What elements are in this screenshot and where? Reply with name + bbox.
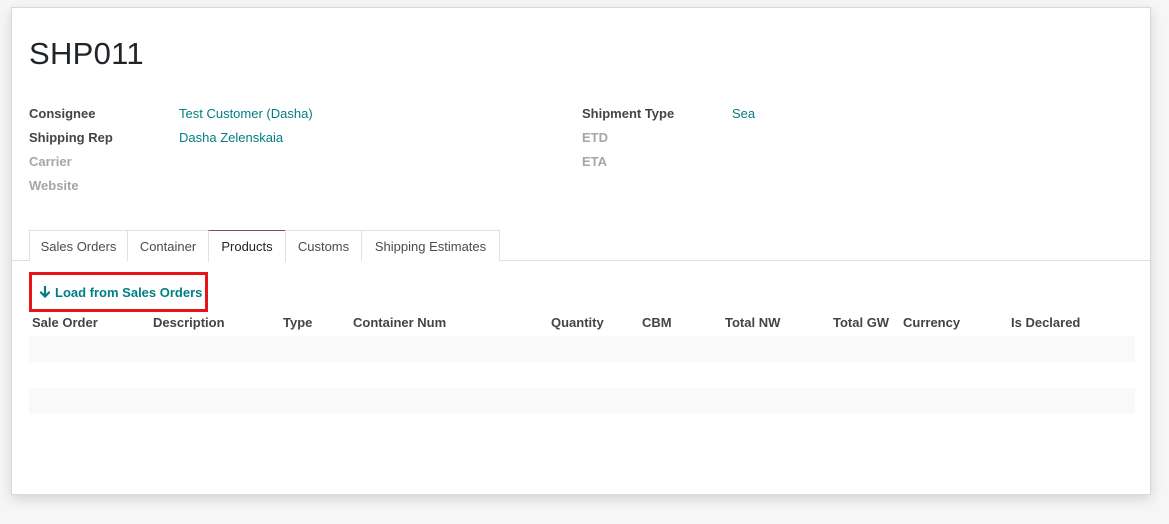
shipment-type-label: Shipment Type bbox=[582, 106, 675, 121]
table-row bbox=[29, 388, 1135, 414]
col-type[interactable]: Type bbox=[283, 315, 312, 330]
col-is-declared[interactable]: Is Declared bbox=[1011, 315, 1080, 330]
consignee-link[interactable]: Test Customer (Dasha) bbox=[179, 106, 313, 121]
col-quantity[interactable]: Quantity bbox=[551, 315, 604, 330]
etd-label: ETD bbox=[582, 130, 608, 145]
form-sheet: SHP011 Consignee Test Customer (Dasha) S… bbox=[11, 7, 1151, 495]
tab-sales-orders[interactable]: Sales Orders bbox=[29, 230, 128, 261]
record-title: SHP011 bbox=[29, 36, 144, 71]
tab-container[interactable]: Container bbox=[127, 230, 209, 261]
shipment-type-value[interactable]: Sea bbox=[732, 106, 755, 121]
notebook-tabs: Sales Orders Container Products Customs … bbox=[12, 230, 1150, 262]
tab-shipping-estimates[interactable]: Shipping Estimates bbox=[361, 230, 500, 261]
col-total-gw[interactable]: Total GW bbox=[833, 315, 889, 330]
load-from-sales-orders-button[interactable]: Load from Sales Orders bbox=[29, 272, 208, 312]
eta-label: ETA bbox=[582, 154, 608, 169]
col-currency[interactable]: Currency bbox=[903, 315, 960, 330]
table-row bbox=[29, 362, 1135, 388]
carrier-label: Carrier bbox=[29, 154, 72, 169]
tab-customs[interactable]: Customs bbox=[285, 230, 362, 261]
col-sale-order[interactable]: Sale Order bbox=[32, 315, 98, 330]
load-button-label: Load from Sales Orders bbox=[55, 284, 203, 300]
col-description[interactable]: Description bbox=[153, 315, 225, 330]
website-label: Website bbox=[29, 178, 79, 193]
table-row bbox=[29, 336, 1135, 362]
col-cbm[interactable]: CBM bbox=[642, 315, 672, 330]
arrow-down-icon bbox=[40, 286, 50, 298]
col-container-num[interactable]: Container Num bbox=[353, 315, 446, 330]
shipping-rep-label: Shipping Rep bbox=[29, 130, 113, 145]
shipping-rep-link[interactable]: Dasha Zelenskaia bbox=[179, 130, 283, 145]
tab-products[interactable]: Products bbox=[208, 230, 286, 262]
col-total-nw[interactable]: Total NW bbox=[725, 315, 780, 330]
consignee-label: Consignee bbox=[29, 106, 96, 121]
